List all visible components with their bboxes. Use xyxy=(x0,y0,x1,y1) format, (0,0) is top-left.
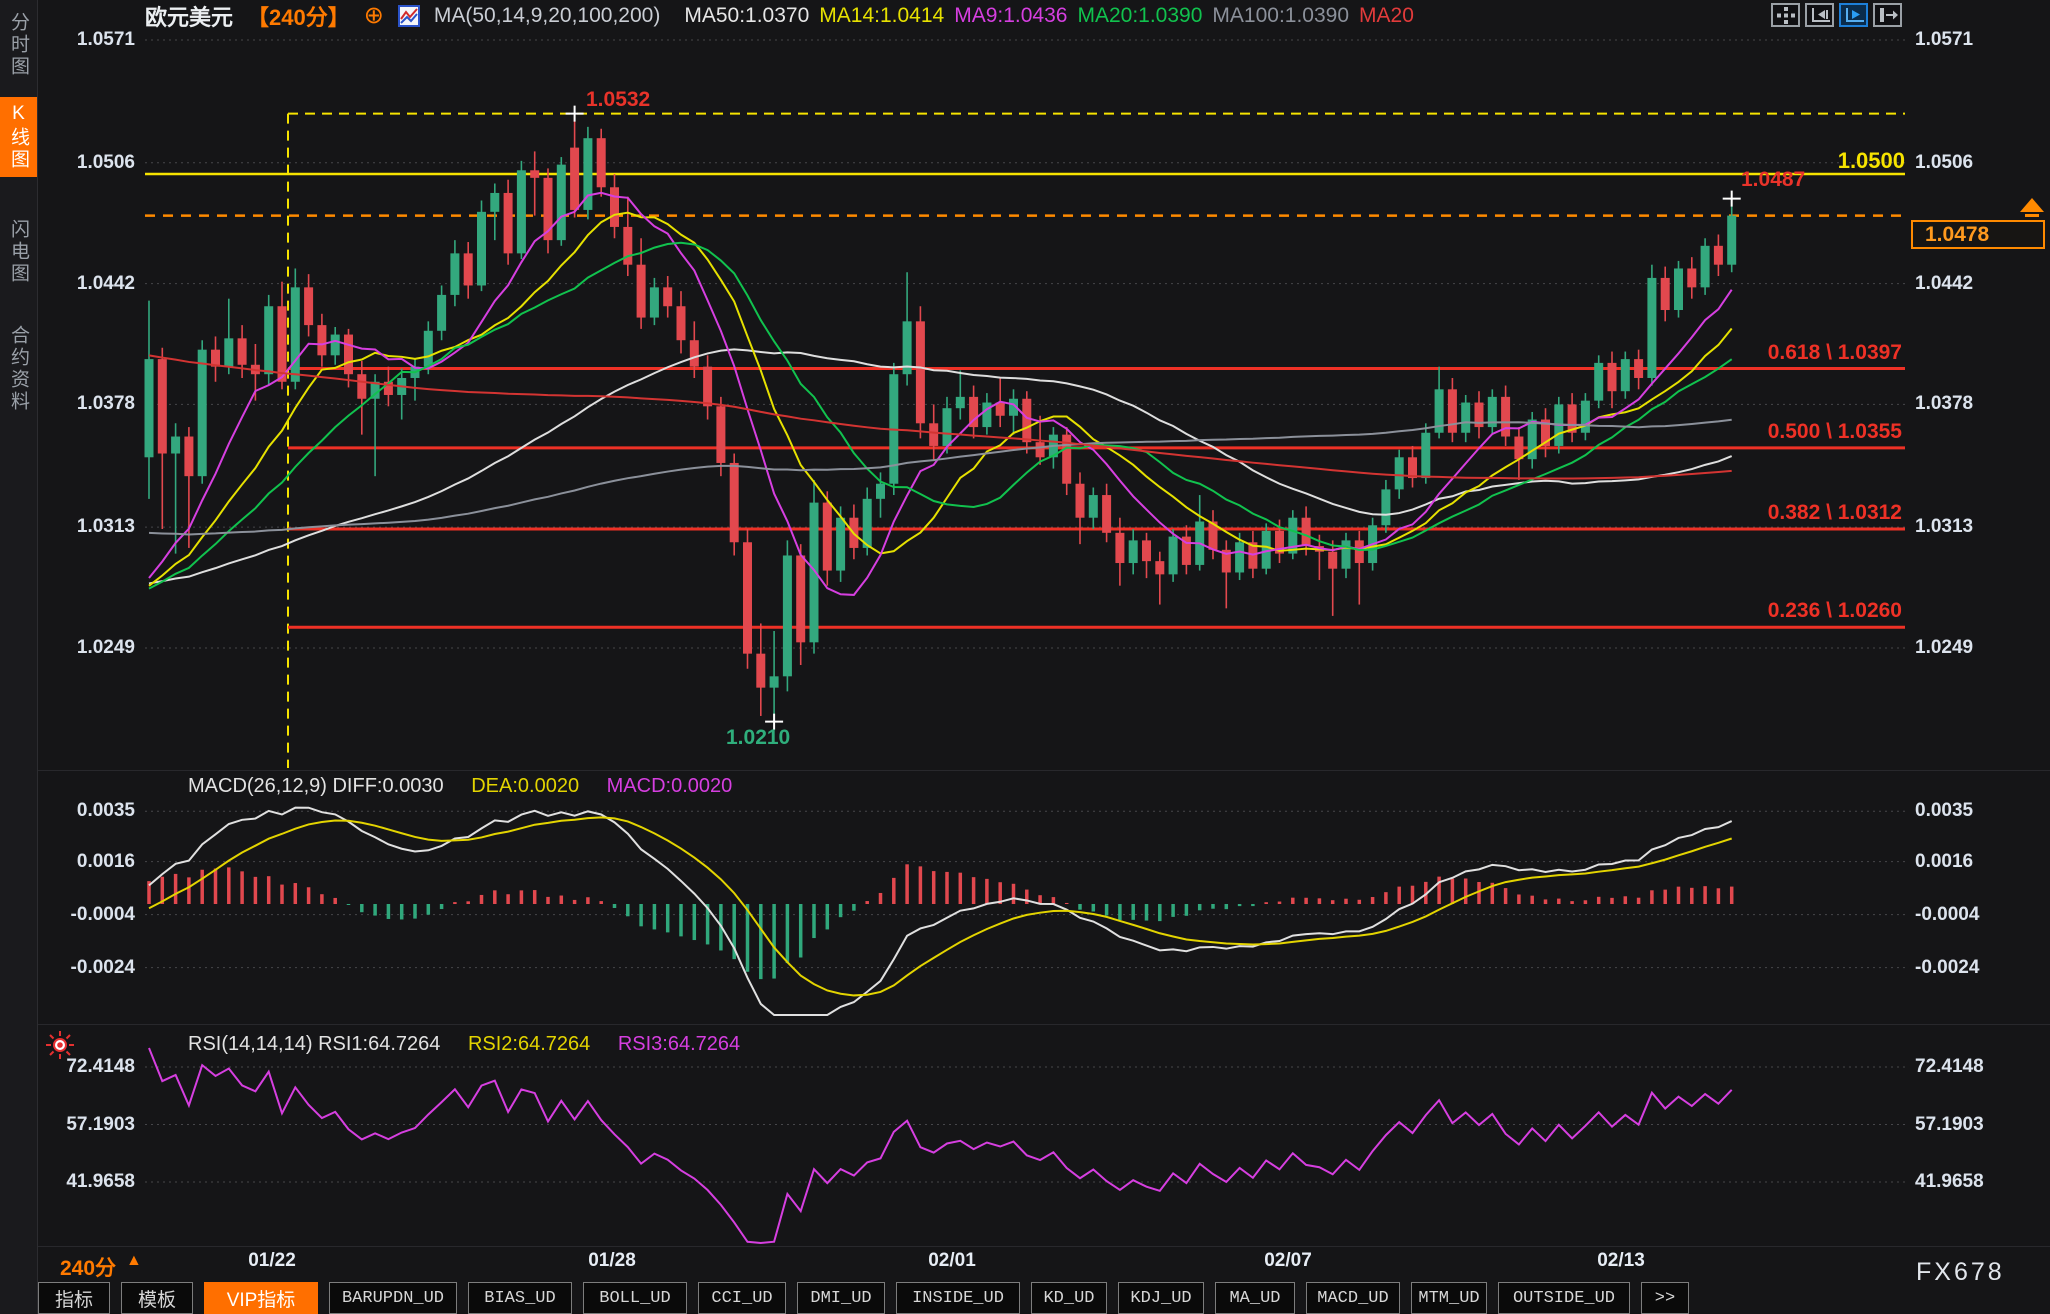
rsi-header: RSI(14,14,14) RSI1:64.7264 RSI2:64.7264 … xyxy=(188,1033,762,1056)
bottom-tab-macdud[interactable]: MACD_UD xyxy=(1306,1282,1400,1314)
bottom-tab-[interactable]: 模板 xyxy=(121,1282,193,1314)
bottom-tab-barupdnud[interactable]: BARUPDN_UD xyxy=(329,1282,457,1314)
macd-header: MACD(26,12,9) DIFF:0.0030 DEA:0.0020 MAC… xyxy=(188,775,754,798)
period-up-arrow-icon: ▲ xyxy=(126,1252,142,1282)
bottom-tab-vip[interactable]: VIP指标 xyxy=(204,1282,318,1314)
app-screen: 分时图K线图闪电图合约资料 欧元美元 【240分】 ⊕ MA(50,14,9,2… xyxy=(0,0,2050,1314)
main-chart-canvas[interactable] xyxy=(0,0,2050,1314)
bottom-tab-kdjud[interactable]: KDJ_UD xyxy=(1118,1282,1204,1314)
rsi-dot-icon xyxy=(44,1029,76,1066)
panel-divider xyxy=(38,770,2050,771)
bottom-tab-biasud[interactable]: BIAS_UD xyxy=(468,1282,572,1314)
rsi3-value: RSI3:64.7264 xyxy=(618,1033,740,1055)
rsi-title: RSI(14,14,14) RSI1:64.7264 xyxy=(188,1033,440,1055)
bottom-tab-bollud[interactable]: BOLL_UD xyxy=(583,1282,687,1314)
current-price-value: 1.0478 xyxy=(1925,223,1989,247)
bottom-tab-insideud[interactable]: INSIDE_UD xyxy=(896,1282,1020,1314)
period-selector[interactable]: 240分 ▲ xyxy=(60,1252,142,1282)
macd-title: MACD(26,12,9) DIFF:0.0030 xyxy=(188,775,444,797)
bottom-tab-kdud[interactable]: KD_UD xyxy=(1031,1282,1107,1314)
period-selector-label: 240分 xyxy=(60,1252,116,1282)
bottom-tab-[interactable]: 指标 xyxy=(38,1282,110,1314)
bottom-tab-cciud[interactable]: CCI_UD xyxy=(698,1282,786,1314)
high-label: 1.0532 xyxy=(586,88,650,112)
bottom-tab-outsideud[interactable]: OUTSIDE_UD xyxy=(1498,1282,1630,1314)
rsi2-value: RSI2:64.7264 xyxy=(468,1033,590,1055)
current-price-box: 1.0478 xyxy=(1911,220,2045,249)
low-label: 1.0210 xyxy=(726,726,790,750)
bottom-tab-maud[interactable]: MA_UD xyxy=(1215,1282,1295,1314)
macd-dea-value: DEA:0.0020 xyxy=(471,775,579,797)
bottom-tab-dmiud[interactable]: DMI_UD xyxy=(797,1282,885,1314)
bottom-tab-bar: 指标模板 VIP指标 BARUPDN_UD BIAS_UD BOLL_UD CCI_UD D… xyxy=(38,1282,1689,1314)
macd-value: MACD:0.0020 xyxy=(607,775,733,797)
bottom-tab-mtmud[interactable]: MTM_UD xyxy=(1411,1282,1487,1314)
panel-divider xyxy=(38,1024,2050,1025)
panel-divider xyxy=(38,1246,2050,1247)
recent-high-label: 1.0487 xyxy=(1741,168,1805,192)
bottom-tab-[interactable]: >> xyxy=(1641,1282,1689,1314)
watermark: FX678 xyxy=(1916,1258,2005,1287)
